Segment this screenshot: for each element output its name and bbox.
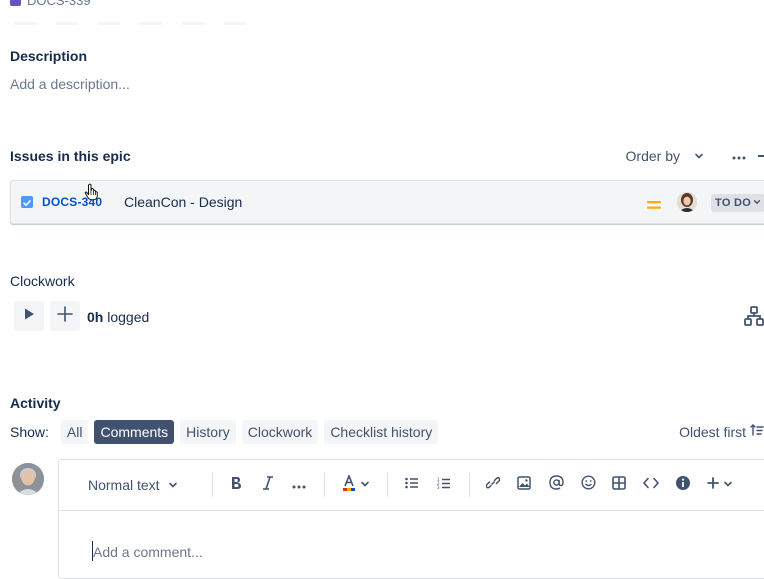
emoji-icon <box>581 475 596 495</box>
text-color-icon <box>342 473 356 496</box>
more-icon <box>732 147 746 165</box>
comment-input[interactable]: Add a comment... <box>93 544 203 560</box>
chevron-down-icon <box>753 197 761 209</box>
numbered-list-button[interactable]: 123 <box>437 475 451 495</box>
code-button[interactable] <box>643 475 659 495</box>
filter-checklist-history[interactable]: Checklist history <box>324 420 439 444</box>
order-by-button[interactable]: Order by <box>626 148 704 164</box>
status-dropdown[interactable]: TO DO <box>711 194 764 212</box>
description-input[interactable]: Add a description... <box>10 76 130 92</box>
chevron-down-icon <box>360 476 370 494</box>
pointer-hand-icon <box>84 183 100 206</box>
bullet-list-icon <box>405 476 419 494</box>
filter-all[interactable]: All <box>60 420 89 444</box>
text-style-label: Normal text <box>88 477 160 493</box>
hierarchy-button[interactable] <box>744 306 764 326</box>
info-panel-button[interactable] <box>675 475 691 495</box>
filter-comments[interactable]: Comments <box>94 420 175 444</box>
play-icon <box>22 307 36 326</box>
more-formatting-button[interactable] <box>292 475 306 495</box>
current-user-avatar <box>12 463 44 495</box>
sort-order-button[interactable]: Oldest first <box>679 423 764 440</box>
done-checkbox-icon <box>21 196 33 208</box>
activity-filters: Show: All Comments History Clockwork Che… <box>10 420 439 444</box>
comment-editor: Normal text 123 Add a comment... <box>58 459 764 579</box>
image-button[interactable] <box>517 475 531 495</box>
sort-order-label: Oldest first <box>679 423 746 440</box>
numbered-list-icon: 123 <box>437 476 451 494</box>
parent-epic-link[interactable]: DOCS-339 <box>10 0 91 8</box>
log-work-button[interactable] <box>50 301 80 331</box>
info-icon <box>675 475 691 496</box>
bold-icon <box>230 476 242 495</box>
editor-toolbar: Normal text 123 <box>59 460 764 511</box>
order-by-label: Order by <box>625 148 680 164</box>
insert-more-button[interactable] <box>707 475 733 495</box>
show-label: Show: <box>10 424 49 440</box>
time-logged-suffix: logged <box>107 309 150 325</box>
epic-issues-actions: Order by <box>626 148 764 164</box>
plus-icon <box>707 476 719 494</box>
epic-issue-row[interactable]: DOCS-340 CleanCon - Design TO DO <box>10 180 764 224</box>
description-title: Description <box>10 48 88 64</box>
chevron-down-icon <box>723 476 733 494</box>
activity-title: Activity <box>10 395 61 411</box>
epic-icon <box>10 0 21 6</box>
link-button[interactable] <box>485 475 501 495</box>
bullet-list-button[interactable] <box>405 475 419 495</box>
plus-icon <box>57 305 73 327</box>
table-button[interactable] <box>612 475 626 495</box>
mention-icon <box>549 475 564 495</box>
time-logged-value: 0h <box>87 309 104 325</box>
more-actions-button[interactable] <box>732 147 746 165</box>
hierarchy-icon <box>744 306 764 330</box>
link-icon <box>485 476 501 495</box>
minus-icon[interactable] <box>758 155 764 157</box>
emoji-button[interactable] <box>581 475 596 495</box>
issue-summary[interactable]: CleanCon - Design <box>124 194 242 210</box>
parent-epic-key: DOCS-339 <box>27 0 91 8</box>
assignee-avatar[interactable] <box>677 192 697 212</box>
bold-button[interactable] <box>230 475 242 495</box>
chevron-down-icon <box>694 151 704 161</box>
mention-button[interactable] <box>549 475 564 495</box>
italic-button[interactable] <box>262 475 274 495</box>
time-logged: 0h logged <box>87 309 149 325</box>
image-icon <box>517 475 531 495</box>
status-label: TO DO <box>715 197 752 209</box>
chevron-down-icon <box>168 477 178 493</box>
priority-medium-icon <box>647 197 661 215</box>
text-color-button[interactable] <box>342 473 370 496</box>
more-icon <box>292 476 306 494</box>
code-icon <box>643 476 659 494</box>
italic-icon <box>262 475 274 495</box>
table-icon <box>612 475 626 495</box>
sort-icon <box>750 423 764 440</box>
epic-issues-title: Issues in this epic <box>10 148 131 164</box>
filter-clockwork[interactable]: Clockwork <box>241 420 319 444</box>
clockwork-title: Clockwork <box>10 273 75 289</box>
text-style-dropdown[interactable]: Normal text <box>88 475 178 495</box>
start-timer-button[interactable] <box>14 301 44 331</box>
svg-text:3: 3 <box>437 485 440 489</box>
filter-history[interactable]: History <box>180 420 236 444</box>
ghost-toolbar <box>14 22 246 25</box>
